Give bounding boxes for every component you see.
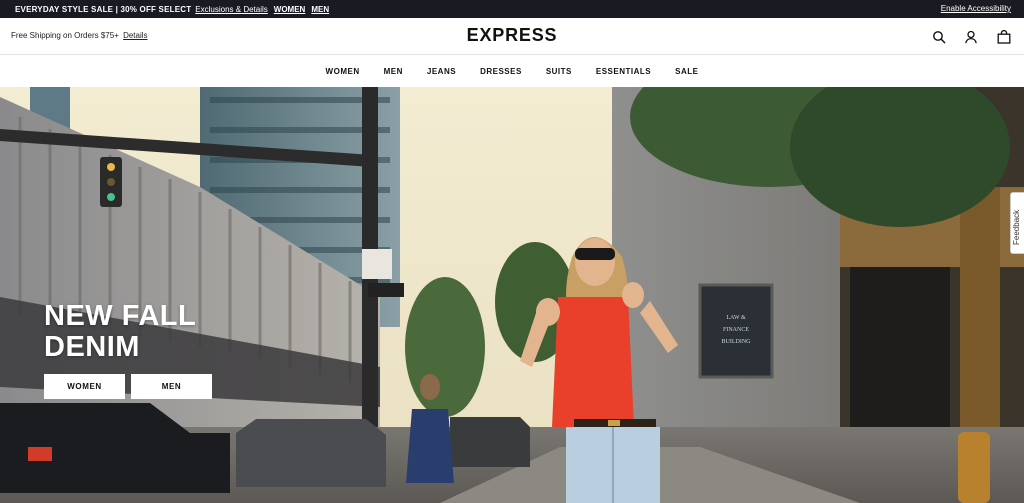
site-header: Free Shipping on Orders $75+ Details EXP… bbox=[0, 18, 1024, 55]
nav-jeans[interactable]: JEANS bbox=[427, 67, 456, 76]
svg-text:BUILDING: BUILDING bbox=[722, 339, 752, 345]
shopping-bag-icon[interactable] bbox=[997, 30, 1011, 44]
hero-headline-line2: DENIM bbox=[44, 331, 140, 363]
svg-text:FINANCE: FINANCE bbox=[723, 327, 749, 333]
enable-accessibility-link[interactable]: Enable Accessibility bbox=[941, 4, 1011, 13]
feedback-tab[interactable]: Feedback bbox=[1010, 192, 1024, 254]
promo-men-link[interactable]: MEN bbox=[311, 5, 329, 14]
account-icon[interactable] bbox=[964, 30, 978, 44]
hero-street-scene: LAW & FINANCE BUILDING bbox=[0, 87, 1024, 503]
svg-text:LAW &: LAW & bbox=[726, 315, 746, 321]
hero-shop-men-button[interactable]: MEN bbox=[131, 374, 212, 399]
logo-container: EXPRESS bbox=[0, 25, 1024, 46]
nav-dresses[interactable]: DRESSES bbox=[480, 67, 522, 76]
express-logo[interactable]: EXPRESS bbox=[467, 25, 558, 45]
promo-sale-text: EVERYDAY STYLE SALE | 30% OFF SELECT bbox=[15, 4, 192, 14]
nav-essentials[interactable]: ESSENTIALS bbox=[596, 67, 651, 76]
hero-banner[interactable]: LAW & FINANCE BUILDING NEW FALL DENIM WO… bbox=[0, 87, 1024, 503]
hero-headline-line1: NEW FALL bbox=[44, 300, 197, 332]
promo-exclusions-link[interactable]: Exclusions & Details bbox=[195, 5, 267, 14]
nav-suits[interactable]: SUITS bbox=[546, 67, 572, 76]
hero-headline: NEW FALL DENIM bbox=[44, 301, 196, 363]
main-nav: WOMEN MEN JEANS DRESSES SUITS ESSENTIALS… bbox=[0, 55, 1024, 87]
nav-men[interactable]: MEN bbox=[384, 67, 403, 76]
feedback-label: Feedback bbox=[1012, 209, 1021, 245]
search-icon[interactable] bbox=[932, 30, 946, 44]
nav-women[interactable]: WOMEN bbox=[326, 67, 360, 76]
promo-bar: EVERYDAY STYLE SALE | 30% OFF SELECT Exc… bbox=[0, 0, 1024, 18]
hero-shop-women-button[interactable]: WOMEN bbox=[44, 374, 125, 399]
nav-sale[interactable]: SALE bbox=[675, 67, 698, 76]
promo-women-link[interactable]: WOMEN bbox=[274, 5, 306, 14]
